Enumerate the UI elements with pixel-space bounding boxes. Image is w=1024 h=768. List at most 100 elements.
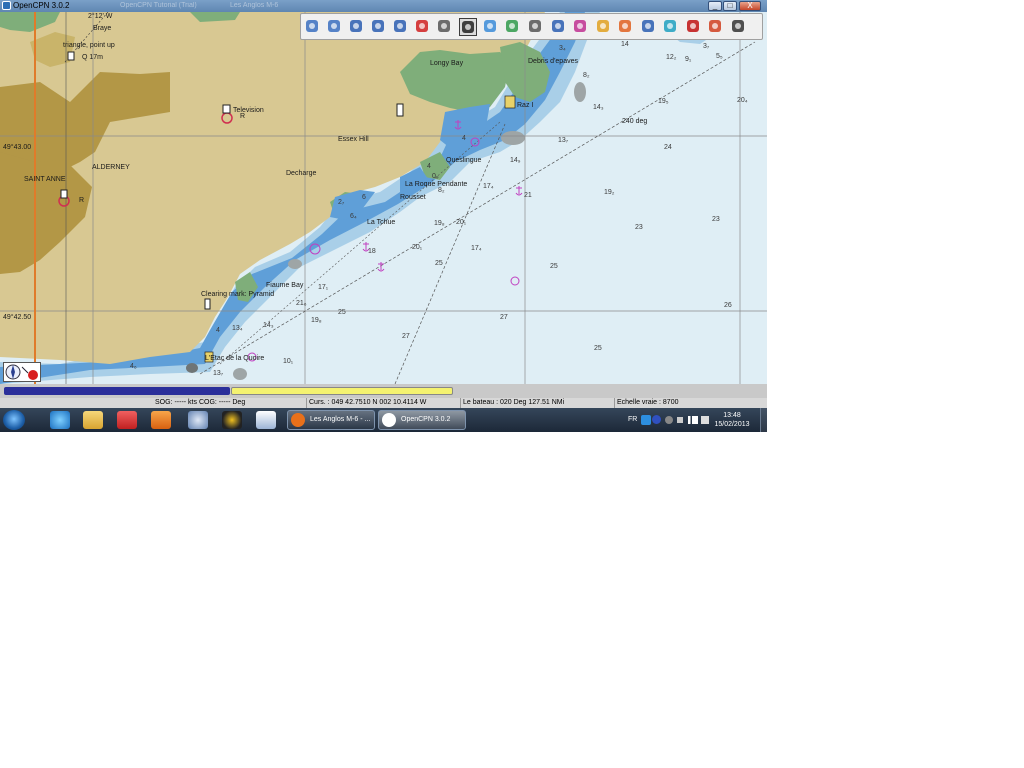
place-label: SAINT ANNE	[24, 176, 66, 183]
place-label: Clearing mark: Pyramid	[201, 291, 274, 298]
text-icon[interactable]	[459, 18, 477, 36]
task-label: OpenCPN 3.0.2	[401, 416, 451, 423]
track-icon[interactable]	[572, 18, 590, 36]
depth-sounding: 4	[216, 327, 220, 334]
language-indicator[interactable]: FR	[628, 408, 637, 432]
light-label: R	[240, 113, 245, 120]
depth-sounding: 21₆	[296, 300, 307, 307]
depth-sounding: 9₁	[685, 56, 692, 63]
opencpn-window: OpenCPN 3.0.2 OpenCPN Tutorial (Trial) L…	[0, 0, 767, 432]
show-hidden-icon[interactable]	[677, 417, 683, 423]
network-signal-icon[interactable]	[688, 416, 698, 424]
depth-sounding: 13₇	[558, 137, 569, 144]
ghost-title: Les Anglos M-6	[230, 2, 279, 9]
start-button[interactable]	[3, 410, 25, 430]
depth-sounding: 25	[338, 309, 346, 316]
mob-icon[interactable]	[617, 18, 635, 36]
depth-sounding: 20₁	[456, 219, 467, 226]
depth-sounding: 25	[435, 260, 443, 267]
tray-icon[interactable]	[641, 415, 651, 425]
minimize-button[interactable]: _	[708, 1, 722, 11]
tide-icon[interactable]	[504, 18, 522, 36]
place-label: Debris d'epaves	[528, 58, 578, 65]
depth-sounding: 23	[635, 224, 643, 231]
app-icon[interactable]	[222, 411, 242, 429]
scale-in-icon[interactable]	[348, 18, 366, 36]
show-desktop-button[interactable]	[760, 408, 767, 432]
status-scale: Echelle vraie : 8700	[614, 398, 678, 408]
depth-sounding: 19₈	[311, 317, 322, 324]
scale-out-icon[interactable]	[370, 18, 388, 36]
depth-sounding: 17₄	[483, 183, 494, 190]
clock-date: 15/02/2013	[714, 421, 750, 428]
compass-widget[interactable]	[3, 362, 41, 382]
blue-progress-bar	[4, 387, 230, 395]
light-label: Q 17m	[82, 54, 103, 61]
task-opencpn[interactable]: OpenCPN 3.0.2	[378, 410, 466, 430]
explorer-icon[interactable]	[83, 411, 103, 429]
volume-icon[interactable]	[701, 416, 709, 424]
yellow-progress-bar	[231, 387, 453, 395]
progress-area	[0, 384, 767, 398]
windows-taskbar: Les Anglos M-6 - ... OpenCPN 3.0.2 FR 13…	[0, 408, 767, 432]
zoom-out-icon[interactable]	[326, 18, 344, 36]
clock[interactable]: 13:48 15/02/2013	[712, 411, 752, 429]
heading-label: 240 deg	[622, 118, 647, 125]
depth-sounding: 20₁	[412, 244, 423, 251]
zoom-in-icon[interactable]	[304, 18, 322, 36]
depth-sounding: 4	[462, 135, 466, 142]
document-icon[interactable]	[256, 411, 276, 429]
app-icon	[2, 1, 11, 10]
depth-sounding: 4	[427, 163, 431, 170]
depth-sounding: 25	[594, 345, 602, 352]
route-manager-icon[interactable]	[550, 18, 568, 36]
task-firefox[interactable]: Les Anglos M-6 - ...	[287, 410, 375, 430]
place-label: Fiaume Bay	[266, 282, 304, 289]
close-button[interactable]: X	[739, 1, 761, 11]
plugin-icon[interactable]	[662, 18, 680, 36]
depth-sounding: 26	[724, 302, 732, 309]
status-cursor: Curs. : 049 42.7510 N 002 10.4114 W	[306, 398, 426, 408]
depth-sounding: 19₂	[604, 189, 615, 196]
settings-icon[interactable]	[436, 18, 454, 36]
status-boat: Le bateau : 020 Deg 127.51 NMi	[460, 398, 564, 408]
help-icon[interactable]	[640, 18, 658, 36]
record-icon[interactable]	[685, 18, 703, 36]
follow-icon[interactable]	[414, 18, 432, 36]
depth-sounding: 3₄	[559, 45, 566, 52]
tray-icon[interactable]	[665, 416, 673, 424]
main-toolbar	[300, 13, 763, 40]
menu-icon[interactable]	[730, 18, 748, 36]
depth-sounding: 27	[402, 333, 410, 340]
help-tray-icon[interactable]	[652, 415, 661, 424]
status-bar: SOG: ----- kts COG: ----- Deg Curs. : 04…	[0, 398, 767, 408]
depth-sounding: 14₃	[263, 322, 274, 329]
depth-sounding: 13₄	[232, 325, 243, 332]
depth-sounding: 6	[362, 194, 366, 201]
depth-sounding: 21	[524, 192, 532, 199]
title-bar[interactable]: OpenCPN 3.0.2 OpenCPN Tutorial (Trial) L…	[0, 0, 767, 12]
depth-sounding: 20₄	[737, 97, 748, 104]
depth-sounding: 19₅	[658, 98, 669, 105]
color-scheme-icon[interactable]	[595, 18, 613, 36]
depth-sounding: 14₉	[510, 157, 521, 164]
network-icon[interactable]	[188, 411, 208, 429]
window-title: OpenCPN 3.0.2	[13, 1, 70, 10]
media-player-icon[interactable]	[151, 411, 171, 429]
depth-sounding: 14	[621, 41, 629, 48]
ais-icon[interactable]	[707, 18, 725, 36]
chart-canvas[interactable]: 2°12' W Braye triangle, point up Q 17m T…	[0, 12, 767, 384]
print-icon[interactable]	[527, 18, 545, 36]
depth-sounding: 6₄	[350, 213, 357, 220]
depth-sounding: 10₁	[283, 358, 294, 365]
app-icon[interactable]	[117, 411, 137, 429]
internet-explorer-icon[interactable]	[50, 411, 70, 429]
maximize-button[interactable]: □	[723, 1, 737, 11]
route-icon[interactable]	[392, 18, 410, 36]
status-sog: SOG: ----- kts COG: ----- Deg	[155, 399, 246, 406]
current-icon[interactable]	[482, 18, 500, 36]
place-label: Braye	[93, 25, 111, 32]
depth-sounding: 3₇	[703, 43, 710, 50]
nautical-chart[interactable]: 2°12' W Braye triangle, point up Q 17m T…	[0, 12, 767, 384]
opencpn-icon	[382, 413, 396, 427]
